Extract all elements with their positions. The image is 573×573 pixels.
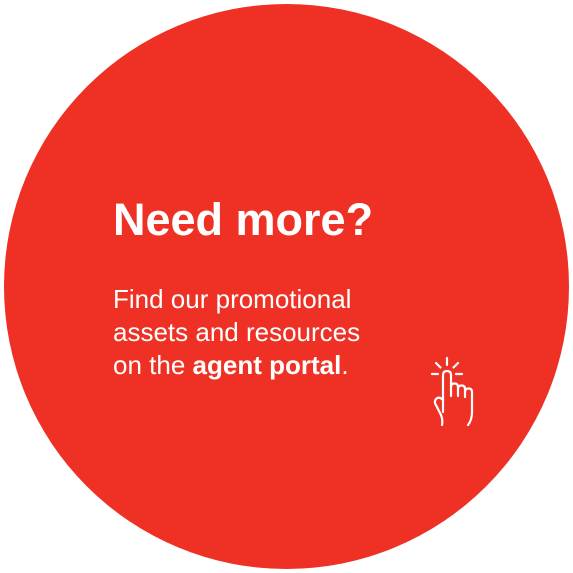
body-line-3-suffix: . — [341, 350, 349, 380]
agent-portal-link[interactable]: agent portal — [193, 350, 342, 380]
body-line-1: Find our promotional — [113, 284, 352, 314]
pointing-hand-click-icon — [430, 356, 474, 427]
body-line-3-prefix: on the — [113, 350, 193, 380]
headline: Need more? — [113, 194, 374, 245]
body-line-2: assets and resources — [113, 317, 361, 347]
promo-callout: Need more? Find our promotional assets a… — [0, 0, 573, 573]
callout-body: Find our promotional assets and resource… — [113, 283, 360, 382]
body-line-3: on the agent portal. — [113, 349, 360, 382]
